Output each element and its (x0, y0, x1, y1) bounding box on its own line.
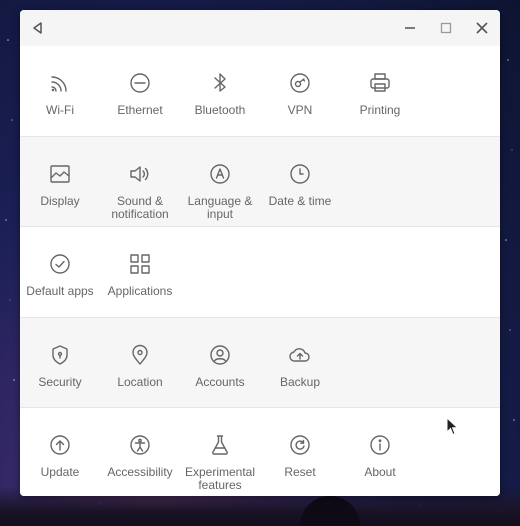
tile-label: VPN (287, 103, 313, 117)
accessibility-icon (127, 432, 153, 458)
section-apps: Default apps Applications (20, 226, 500, 317)
tile-accessibility[interactable]: Accessibility (100, 408, 180, 492)
tile-date-time[interactable]: Date & time (260, 137, 340, 221)
tile-bluetooth[interactable]: Bluetooth (180, 46, 260, 117)
tile-label: Accessibility (107, 465, 173, 479)
reset-icon (287, 432, 313, 458)
tile-label: Display (40, 194, 80, 208)
tile-language[interactable]: Language & input (180, 137, 260, 221)
tile-label: Sound & notification (111, 194, 169, 221)
section-network: Wi-Fi Ethernet Bluetooth VPN Printing (20, 46, 500, 136)
tile-label: Ethernet (117, 103, 163, 117)
tile-default-apps[interactable]: Default apps (20, 227, 100, 298)
tile-wifi[interactable]: Wi-Fi (20, 46, 100, 117)
tile-label: Printing (359, 103, 401, 117)
apps-grid-icon (127, 251, 153, 277)
tile-vpn[interactable]: VPN (260, 46, 340, 117)
tile-reset[interactable]: Reset (260, 408, 340, 492)
minimize-button[interactable] (392, 10, 428, 46)
settings-window: Wi-Fi Ethernet Bluetooth VPN Printing Di… (20, 10, 500, 496)
maximize-button[interactable] (428, 10, 464, 46)
tile-experimental[interactable]: Experimental features (180, 408, 260, 492)
vpn-icon (287, 70, 313, 96)
section-personal: Security Location Accounts Backup (20, 317, 500, 407)
tile-location[interactable]: Location (100, 318, 180, 389)
tile-label: Date & time (268, 194, 332, 208)
info-icon (367, 432, 393, 458)
title-bar (20, 10, 500, 46)
maximize-icon (440, 22, 452, 34)
tile-update[interactable]: Update (20, 408, 100, 492)
update-icon (47, 432, 73, 458)
flask-icon (207, 432, 233, 458)
tile-label: Language & input (187, 194, 253, 221)
tile-label: Experimental features (184, 465, 256, 492)
language-icon (207, 161, 233, 187)
tile-sound[interactable]: Sound & notification (100, 137, 180, 221)
mouse-cursor-icon (446, 417, 459, 436)
shield-icon (47, 342, 73, 368)
account-icon (207, 342, 233, 368)
ethernet-icon (127, 70, 153, 96)
minimize-icon (405, 27, 415, 29)
tile-label: Wi-Fi (46, 103, 74, 117)
tile-applications[interactable]: Applications (100, 227, 180, 298)
section-system: Update Accessibility Experimental featur… (20, 407, 500, 496)
tile-security[interactable]: Security (20, 318, 100, 389)
section-device: Display Sound & notification Language & … (20, 136, 500, 226)
tile-about[interactable]: About (340, 408, 420, 492)
tile-label: Security (38, 375, 82, 389)
printer-icon (367, 70, 393, 96)
clock-icon (287, 161, 313, 187)
bluetooth-icon (207, 70, 233, 96)
tile-label: Bluetooth (194, 103, 246, 117)
tile-accounts[interactable]: Accounts (180, 318, 260, 389)
tile-label: Update (40, 465, 80, 479)
volume-icon (127, 161, 153, 187)
tile-label: About (364, 465, 396, 479)
tile-printing[interactable]: Printing (340, 46, 420, 117)
cloud-upload-icon (287, 342, 313, 368)
tile-label: Reset (284, 465, 316, 479)
location-icon (127, 342, 153, 368)
check-circle-icon (47, 251, 73, 277)
back-button[interactable] (20, 10, 56, 46)
close-icon (476, 22, 488, 34)
tile-label: Backup (279, 375, 321, 389)
tile-backup[interactable]: Backup (260, 318, 340, 389)
tile-ethernet[interactable]: Ethernet (100, 46, 180, 117)
back-icon (33, 22, 42, 34)
tile-label: Default apps (26, 284, 94, 298)
tile-label: Accounts (195, 375, 245, 389)
wifi-icon (47, 70, 73, 96)
tile-label: Location (117, 375, 163, 389)
tile-display[interactable]: Display (20, 137, 100, 221)
close-button[interactable] (464, 10, 500, 46)
display-icon (47, 161, 73, 187)
tile-label: Applications (107, 284, 173, 298)
